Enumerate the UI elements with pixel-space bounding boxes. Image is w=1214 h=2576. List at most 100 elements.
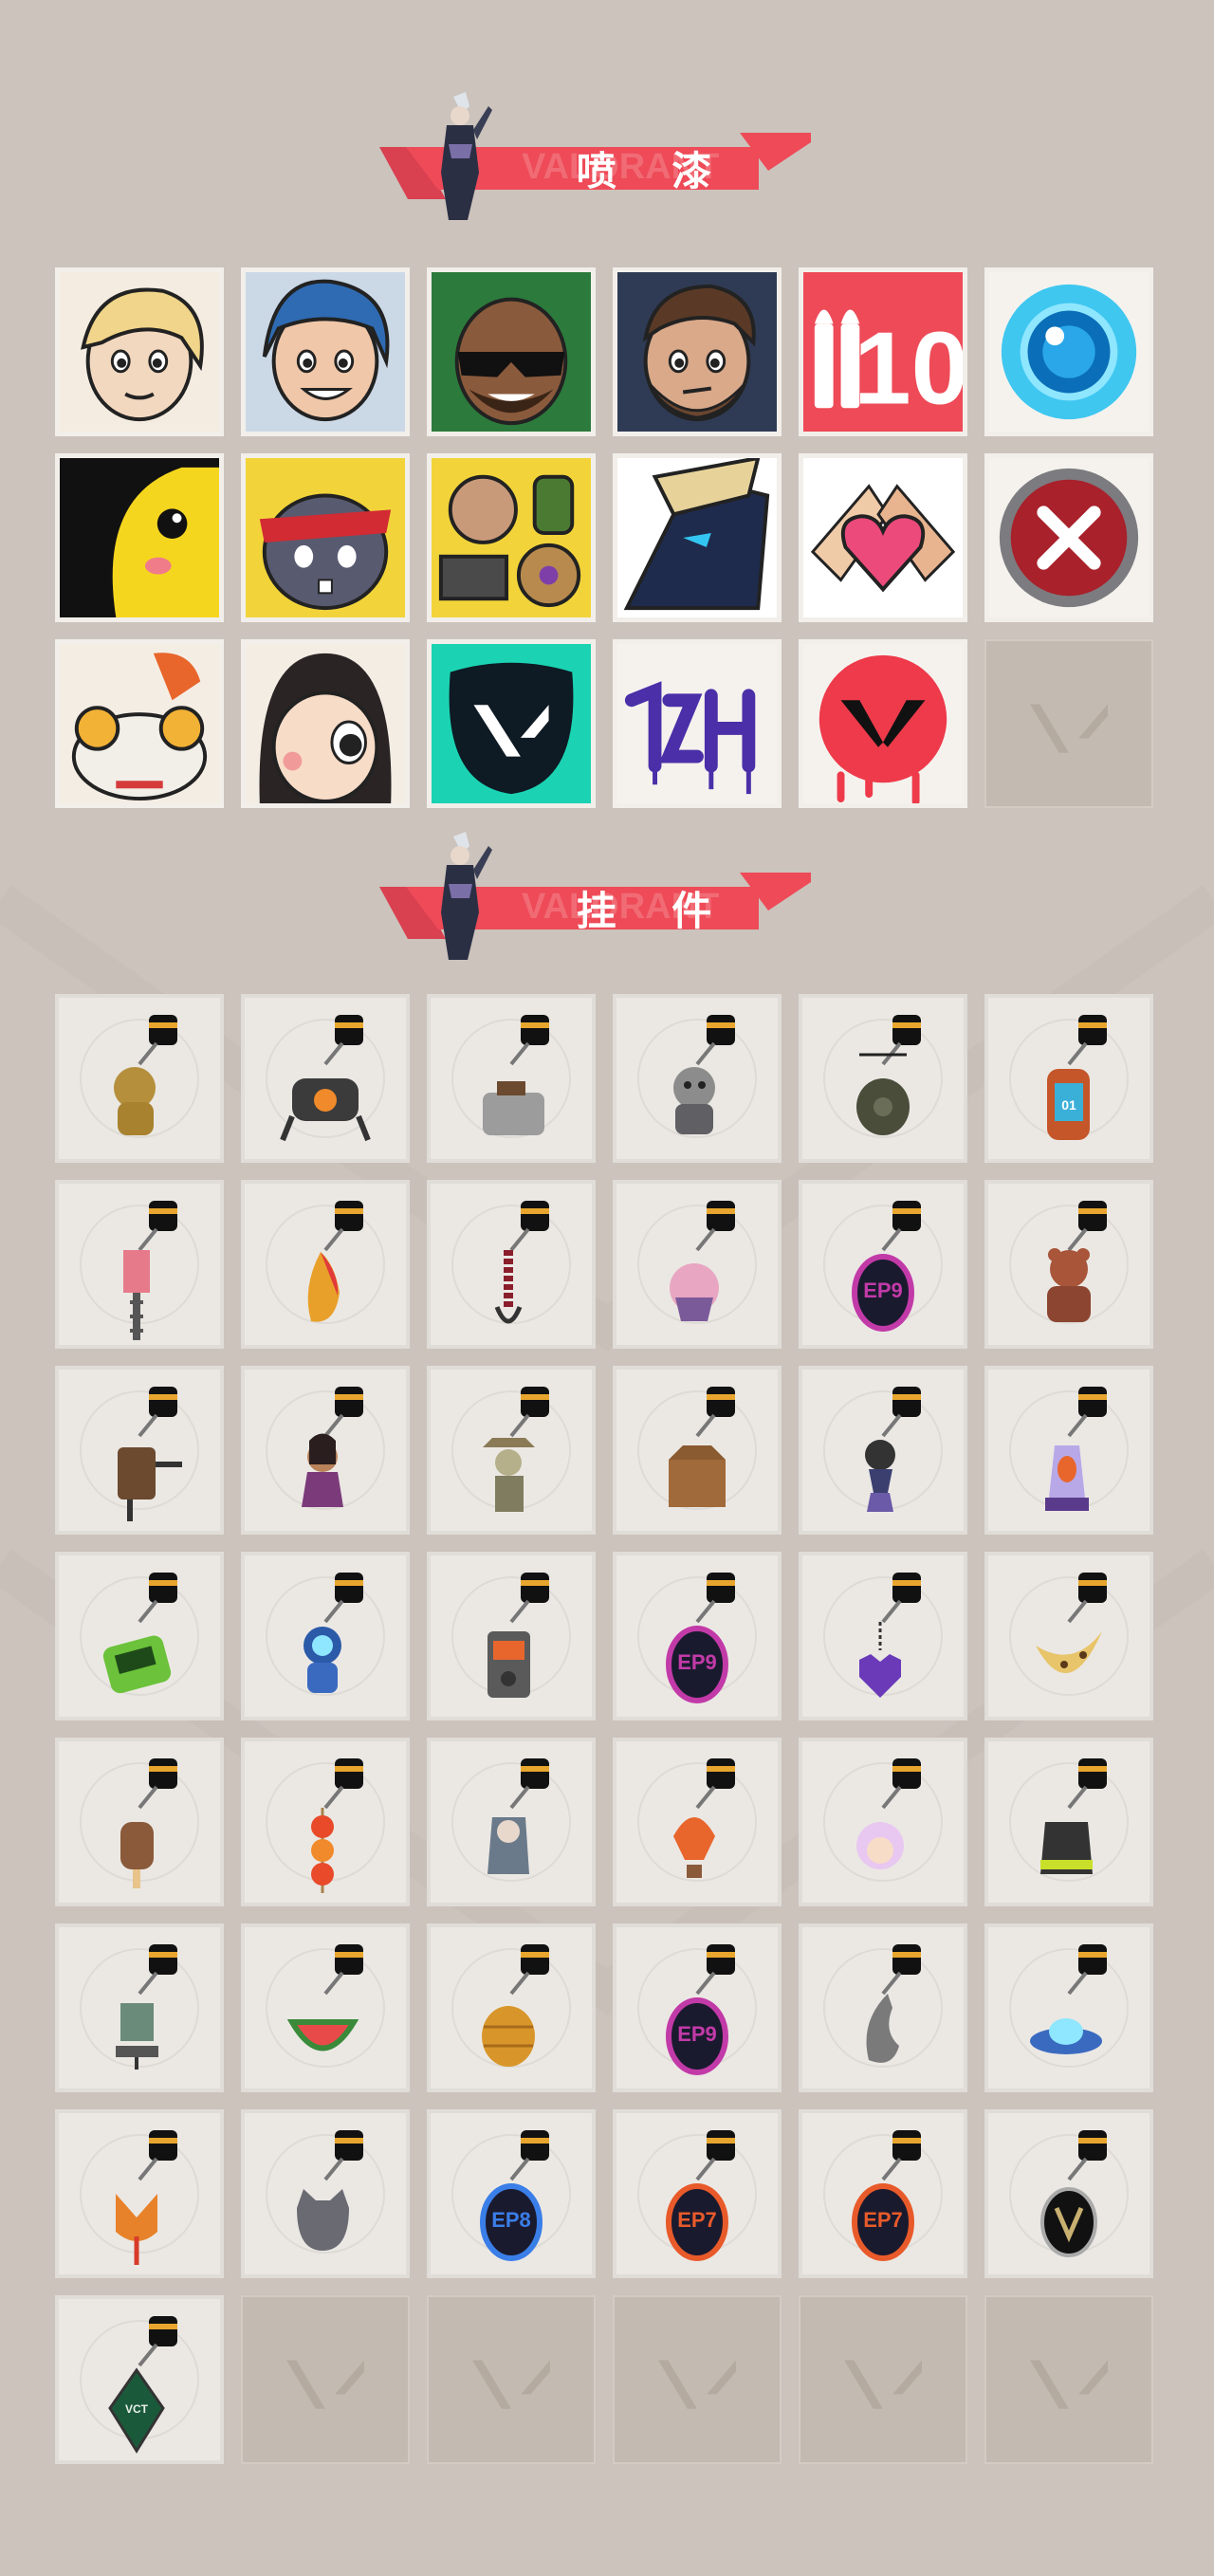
buddy-tile[interactable] — [55, 1180, 224, 1349]
cowboy-robot-charm-icon — [451, 1387, 571, 1512]
pepper-charm-icon — [266, 1201, 385, 1324]
buddy-tile[interactable] — [984, 1552, 1153, 1720]
buddy-tile[interactable] — [799, 1552, 967, 1720]
handle-charm-icon — [80, 1387, 199, 1521]
buddy-tile[interactable]: EP9 — [613, 1552, 782, 1720]
spray-tile[interactable] — [984, 267, 1153, 436]
empty-slot — [799, 2295, 967, 2464]
buddy-text: EP8 — [491, 2208, 531, 2232]
buddy-tile[interactable]: EP8 — [427, 2109, 596, 2278]
buddy-tile[interactable] — [613, 1180, 782, 1349]
buddy-tile[interactable] — [984, 1923, 1153, 2092]
buddy-tile[interactable]: EP7 — [613, 2109, 782, 2278]
agent-figure-charm-icon — [451, 1758, 571, 1882]
buddy-tile[interactable] — [799, 994, 967, 1163]
pager-charm-icon — [80, 1573, 199, 1696]
buddy-tile[interactable] — [427, 994, 596, 1163]
buddy-tile[interactable] — [241, 1366, 410, 1535]
toaster-charm-icon — [451, 1015, 571, 1138]
buddy-tile[interactable]: 01 — [984, 994, 1153, 1163]
canister-charm-icon: 01 — [1009, 1015, 1129, 1140]
buddy-text: EP7 — [677, 2208, 717, 2232]
robot-charm-icon — [80, 1944, 199, 2070]
spray-tile[interactable] — [55, 267, 224, 436]
beehive-charm-icon — [451, 1944, 571, 2068]
buddy-tile[interactable] — [55, 1552, 224, 1720]
spray-tile[interactable] — [984, 453, 1153, 622]
lava-lamp-charm-icon — [1009, 1387, 1129, 1511]
buddy-tile[interactable] — [427, 1738, 596, 1906]
buddy-tile[interactable] — [241, 1923, 410, 2092]
spray-tile[interactable]: 10 — [799, 267, 967, 436]
buddy-tile[interactable] — [613, 1738, 782, 1906]
buddy-tile[interactable] — [241, 2109, 410, 2278]
buddy-tile[interactable] — [984, 1180, 1153, 1349]
fists-collage-icon — [432, 458, 591, 617]
buddy-text: VCT — [125, 2402, 149, 2416]
blonde-agent-face-icon — [60, 272, 219, 432]
valorant-logo-splash-icon — [432, 644, 591, 803]
spray-tile[interactable] — [241, 639, 410, 808]
spray-tile[interactable] — [241, 453, 410, 622]
watermelon-charm-icon — [266, 1944, 385, 2068]
spray-tile[interactable] — [55, 639, 224, 808]
buddy-tile[interactable] — [799, 1923, 967, 2092]
buddy-tile[interactable] — [427, 1923, 596, 2092]
pixel-heart-charm-icon — [823, 1573, 943, 1698]
buddy-tile[interactable] — [427, 1366, 596, 1535]
chibi-girl-face-icon — [246, 644, 405, 803]
spray-tile[interactable] — [613, 267, 782, 436]
buddy-tile[interactable]: EP9 — [799, 1180, 967, 1349]
buddy-tile[interactable]: VCT — [55, 2295, 224, 2464]
buddy-tile[interactable] — [55, 1738, 224, 1906]
buddy-tile[interactable] — [55, 1366, 224, 1535]
hot-air-balloon-charm-icon — [637, 1758, 757, 1882]
buddy-tile[interactable]: EP9 — [613, 1923, 782, 2092]
agent-figure-icon — [441, 92, 492, 220]
agent-figure-icon — [441, 832, 492, 960]
buddy-tile[interactable] — [427, 1552, 596, 1720]
buddy-tile[interactable] — [984, 1366, 1153, 1535]
spray-tile[interactable] — [799, 453, 967, 622]
blue-orb-icon — [989, 272, 1149, 432]
buddy-tile[interactable] — [241, 1180, 410, 1349]
chainsaw-charm-icon — [80, 1201, 199, 1340]
v-medallion-icon — [1009, 2130, 1129, 2257]
buddy-tile[interactable] — [984, 1738, 1153, 1906]
spray-tile[interactable] — [613, 639, 782, 808]
buddy-tile[interactable] — [613, 1366, 782, 1535]
scarecrow-charm-icon — [823, 1387, 943, 1512]
spray-tile[interactable] — [241, 267, 410, 436]
box-creature-charm-icon — [637, 1387, 757, 1510]
yellow-creature-icon — [60, 458, 219, 617]
blue-hood-agent-face-icon — [246, 272, 405, 432]
spray-tile[interactable] — [427, 453, 596, 622]
buddy-tile[interactable] — [799, 1738, 967, 1906]
buddy-tile[interactable] — [55, 994, 224, 1163]
radio-charm-icon — [451, 1573, 571, 1698]
buddy-tile[interactable] — [613, 994, 782, 1163]
sunglasses-agent-face-icon — [432, 272, 591, 432]
valorant-watermark-icon — [844, 2360, 922, 2409]
bag-charm-icon — [823, 1015, 943, 1138]
buddy-tile[interactable] — [241, 1738, 410, 1906]
ice-pop-charm-icon — [80, 1758, 199, 1888]
valorant-watermark-icon — [472, 2360, 550, 2409]
ep8-medallion-icon: EP8 — [451, 2130, 571, 2261]
spray-tile[interactable] — [613, 453, 782, 622]
device-charm-icon — [1009, 1758, 1129, 1882]
spray-tile[interactable] — [55, 453, 224, 622]
buddy-tile[interactable] — [427, 1180, 596, 1349]
buddy-tile[interactable] — [55, 1923, 224, 2092]
buddy-tile[interactable]: EP7 — [799, 2109, 967, 2278]
valorant-watermark-icon — [286, 2360, 364, 2409]
spray-tile[interactable] — [427, 267, 596, 436]
buddy-tile[interactable] — [55, 2109, 224, 2278]
buddy-tile[interactable] — [799, 1366, 967, 1535]
buddy-tile[interactable] — [984, 2109, 1153, 2278]
spray-tile[interactable] — [799, 639, 967, 808]
buddy-tile[interactable] — [241, 994, 410, 1163]
spray-tile[interactable] — [427, 639, 596, 808]
agent-doll-charm-icon — [266, 1387, 385, 1510]
buddy-tile[interactable] — [241, 1552, 410, 1720]
